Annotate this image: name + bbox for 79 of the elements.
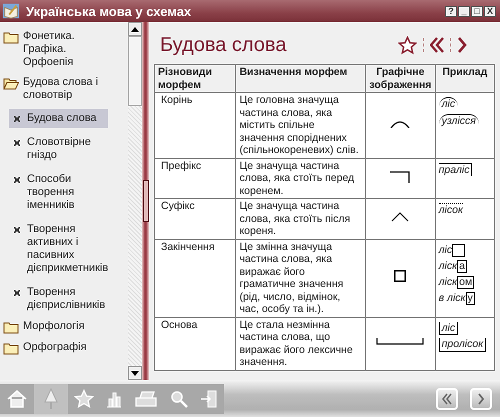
topic-item[interactable]: Будова слова <box>9 109 108 128</box>
bullet-icon <box>14 116 20 122</box>
topic-item[interactable]: Творення дієприслівників <box>9 283 108 315</box>
topic-item[interactable]: Творення активних і пасивних дієприкметників <box>9 220 108 278</box>
folder-icon <box>3 321 19 334</box>
table-cell: Суфікс <box>154 198 236 239</box>
next-page-button[interactable] <box>470 388 492 410</box>
example-word: узлісся <box>438 114 479 127</box>
splitter-handle[interactable] <box>143 180 149 222</box>
table-cell: Корінь <box>154 92 236 158</box>
empty-ending-box <box>452 244 466 256</box>
bullet-icon <box>14 227 20 233</box>
bullet-icon <box>14 177 20 183</box>
example-word: ліск <box>438 260 458 272</box>
example-word: праліс <box>438 162 472 176</box>
table-cell: Це значуща частина слова, яка стоїть після кореня. <box>236 198 366 239</box>
example-word: лісок <box>438 203 463 216</box>
topic-label: Способи творення іменників <box>27 173 76 212</box>
window-button[interactable]: _ <box>458 6 470 16</box>
topic-label: Творення дієприслівників <box>27 286 106 312</box>
example-word: ліс <box>438 97 458 110</box>
splitter[interactable] <box>142 22 149 380</box>
table-cell: Основа <box>154 317 236 370</box>
folder-item[interactable]: Орфографія <box>3 341 118 355</box>
open-folder-icon <box>3 77 19 90</box>
topic-item[interactable]: Способи творення іменників <box>9 170 108 215</box>
example-word: пролісок <box>438 338 486 352</box>
table-cell: Закінчення <box>154 239 236 317</box>
topic-item[interactable]: Словотвірне гніздо <box>9 133 108 165</box>
example-word: ліс <box>438 244 452 256</box>
star-icon[interactable] <box>398 36 417 54</box>
bracket-symbol-icon <box>376 338 424 346</box>
topic-label: Творення активних і пасивних дієприкметників <box>27 223 108 275</box>
previous-page-button[interactable] <box>436 388 458 410</box>
example-word: в ліск <box>438 292 466 304</box>
folder-icon <box>3 342 19 355</box>
ending-box: ом <box>457 276 474 288</box>
back-arrow-icon[interactable] <box>430 36 444 54</box>
corner-symbol-icon <box>390 170 410 182</box>
arc-symbol-icon <box>390 120 410 128</box>
folder-label: Будова слова і словотвір <box>23 76 100 102</box>
caret-symbol-icon <box>391 212 410 222</box>
folder-label: Орфографія <box>23 341 87 354</box>
example-word: ліск <box>438 276 458 288</box>
bullet-icon <box>14 140 20 146</box>
topic-label: Будова слова <box>27 112 97 125</box>
column-header: Графічне зображення <box>366 64 436 92</box>
bullet-icon <box>14 290 20 296</box>
table-cell: Це змінна значуща частина слова, яка виражає його граматичне значення (рід, число, відмінок, час, особу та ін.). <box>236 239 366 317</box>
folder-icon <box>3 31 19 44</box>
window-button[interactable]: ? <box>445 6 457 16</box>
folder-label: Фонетика. Графіка. Орфоепія <box>23 30 76 69</box>
ending-box: у <box>466 292 475 304</box>
window-title: Українська мова у схемах <box>26 4 192 18</box>
open-book-icon <box>2 2 20 20</box>
square-symbol-icon <box>394 270 406 282</box>
table-cell: Це стала незмінна частина слова, що виражає його лексичне значення. <box>236 317 366 370</box>
scroll-down-icon[interactable] <box>128 366 142 380</box>
scroll-thumb[interactable] <box>128 36 142 106</box>
example-word: ліс <box>438 322 458 335</box>
scroll-up-icon[interactable] <box>128 22 142 36</box>
topic-label: Словотвірне гніздо <box>27 136 92 162</box>
column-header: Визначення морфем <box>236 64 366 92</box>
page-title: Будова слова <box>160 34 286 56</box>
scrollbar[interactable] <box>128 22 142 380</box>
window-button[interactable]: X <box>484 6 496 16</box>
folder-label: Морфологія <box>23 320 85 333</box>
column-header: Приклад <box>435 64 494 92</box>
window-button[interactable]: □ <box>471 6 483 16</box>
ending-box: а <box>457 260 467 272</box>
table-cell: Це значуща частина слова, яка стоїть перед коренем. <box>236 158 366 198</box>
right-chevron-icon <box>476 392 486 404</box>
folder-item[interactable]: Будова слова і словотвір <box>3 76 118 102</box>
folder-item[interactable]: Морфологія <box>3 320 118 334</box>
double-left-chevron-icon <box>442 392 452 404</box>
table-cell: Це головна значуща частина слова, яка містить спільне значення споріднених (спільнокореневих) слів. <box>236 92 366 158</box>
column-header: Різновиди морфем <box>154 64 236 92</box>
folder-item[interactable]: Фонетика. Графіка. Орфоепія <box>3 30 118 69</box>
table-cell: Префікс <box>154 158 236 198</box>
